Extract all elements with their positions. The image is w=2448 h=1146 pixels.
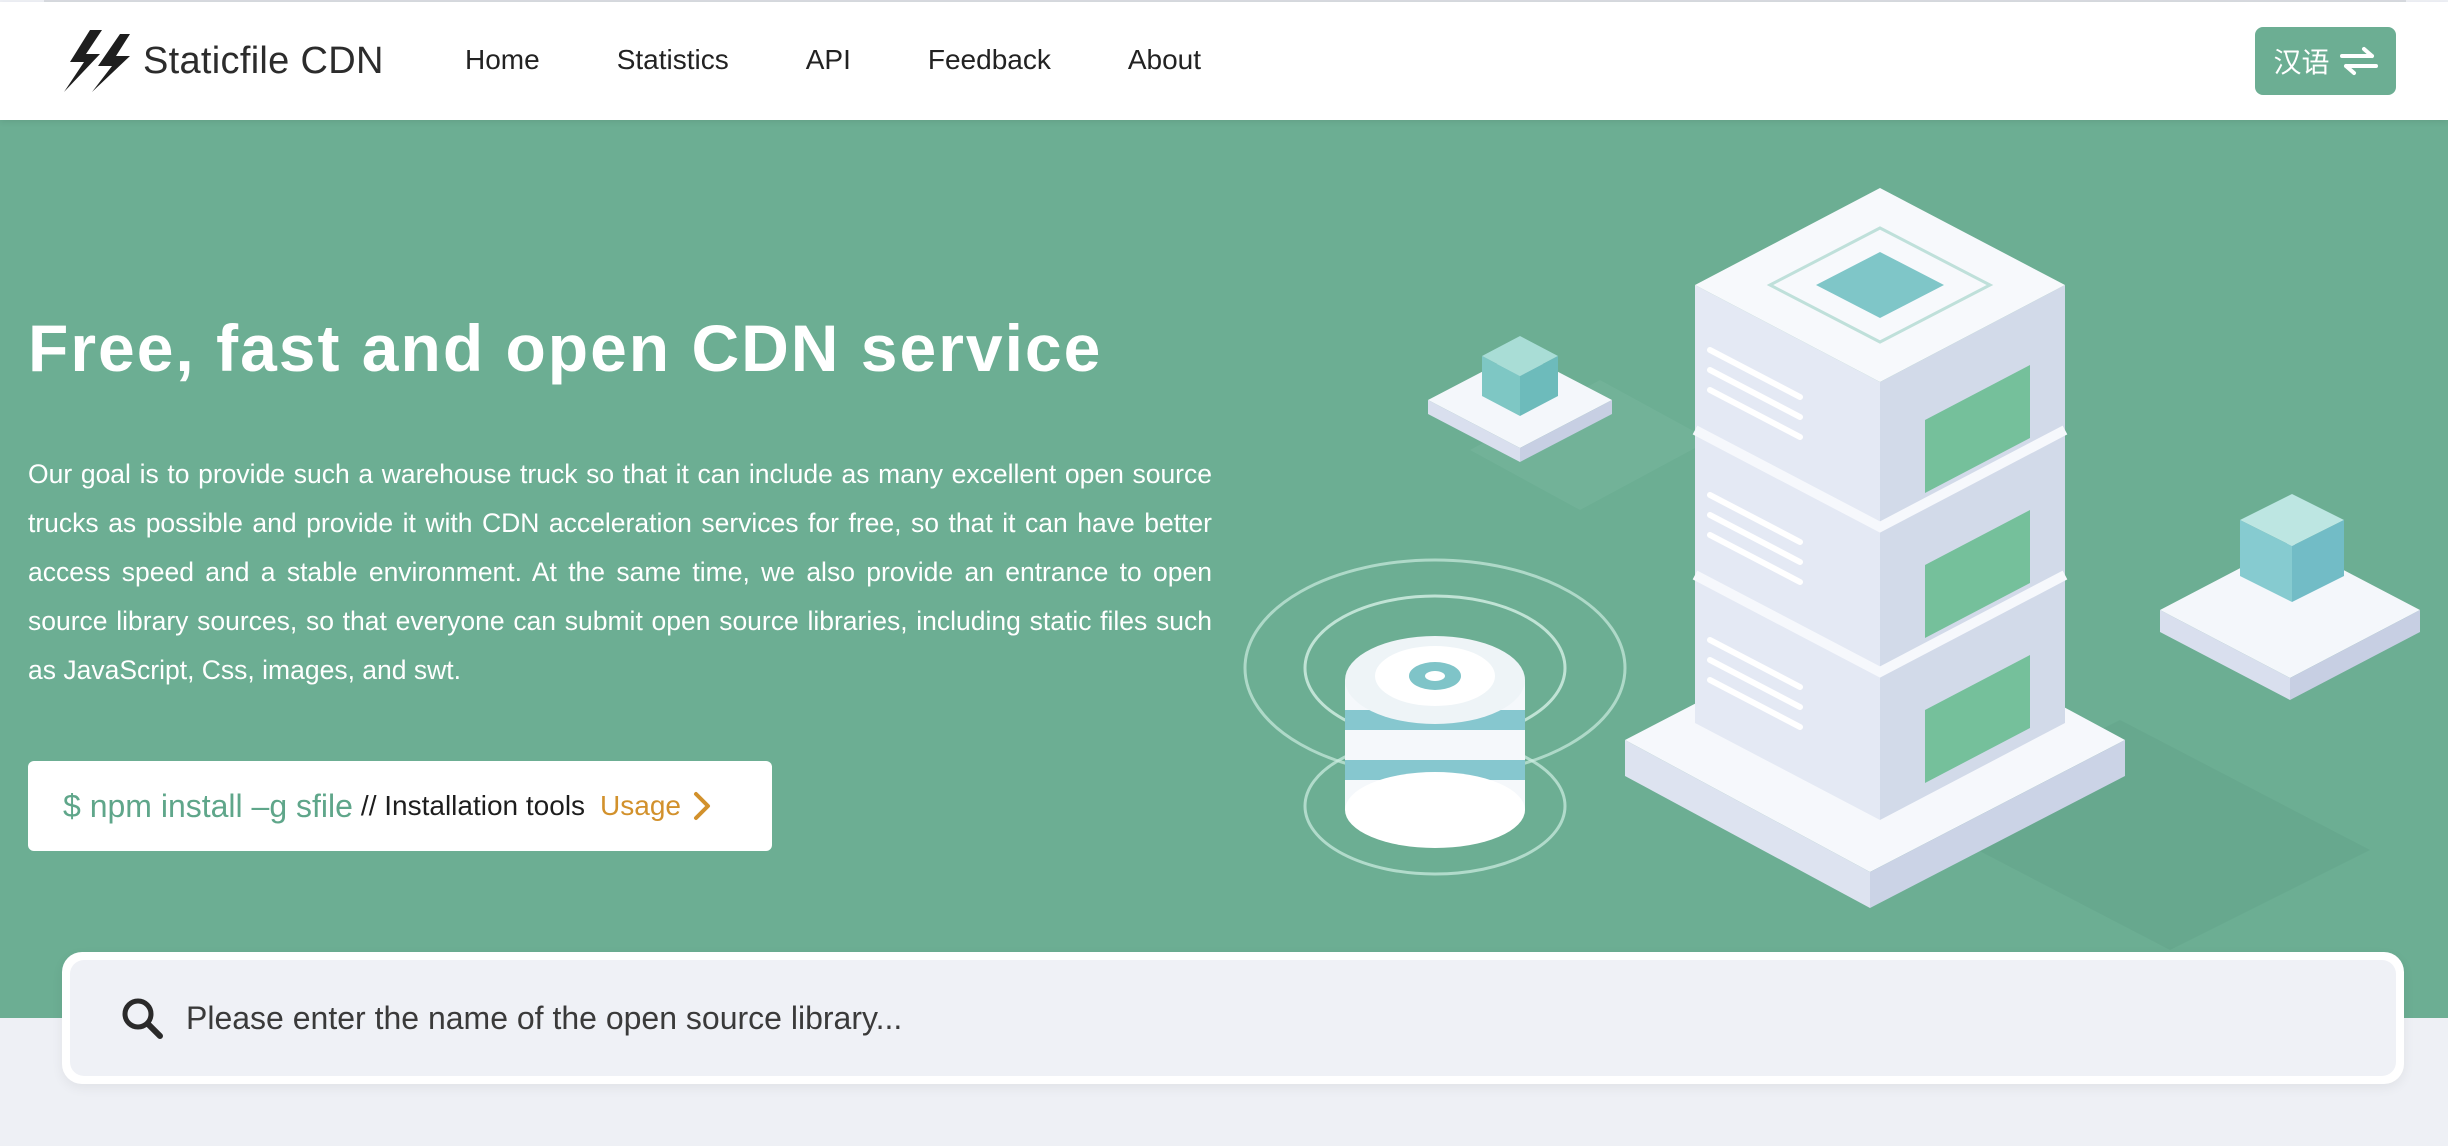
top-navigation-bar: Staticfile CDN Home Statistics API Feedb… <box>0 2 2448 120</box>
search-icon <box>122 998 163 1039</box>
nav-about[interactable]: About <box>1128 42 1201 78</box>
main-nav: Home Statistics API Feedback About <box>465 42 1278 78</box>
swap-arrows-icon <box>2339 47 2378 75</box>
nav-home[interactable]: Home <box>465 42 540 78</box>
install-command-card: $ npm install –g sfile // Installation t… <box>28 761 772 851</box>
language-switch-button[interactable]: 汉语 <box>2255 27 2396 95</box>
nav-statistics[interactable]: Statistics <box>617 42 729 78</box>
search-input[interactable] <box>184 998 2084 1038</box>
nav-api[interactable]: API <box>806 42 851 78</box>
chevron-right-icon <box>693 792 710 820</box>
server-illustration <box>1243 188 2420 950</box>
hero-title: Free, fast and open CDN service <box>28 311 1103 385</box>
nav-feedback[interactable]: Feedback <box>928 42 1051 78</box>
install-command[interactable]: $ npm install –g sfile <box>63 788 353 825</box>
brand-name[interactable]: Staticfile CDN <box>143 40 384 83</box>
language-switch-label: 汉语 <box>2273 46 2330 79</box>
logo-lightning-icon[interactable] <box>60 28 132 94</box>
hero-section: Free, fast and open CDN service Our goal… <box>0 120 2448 1018</box>
usage-label: Usage <box>600 790 681 821</box>
search-bar <box>62 952 2404 1084</box>
usage-link[interactable]: Usage <box>600 790 711 822</box>
install-note: // Installation tools <box>360 790 586 821</box>
search-field-container[interactable] <box>70 960 2396 1076</box>
hero-description: Our goal is to provide such a warehouse … <box>28 459 1212 685</box>
